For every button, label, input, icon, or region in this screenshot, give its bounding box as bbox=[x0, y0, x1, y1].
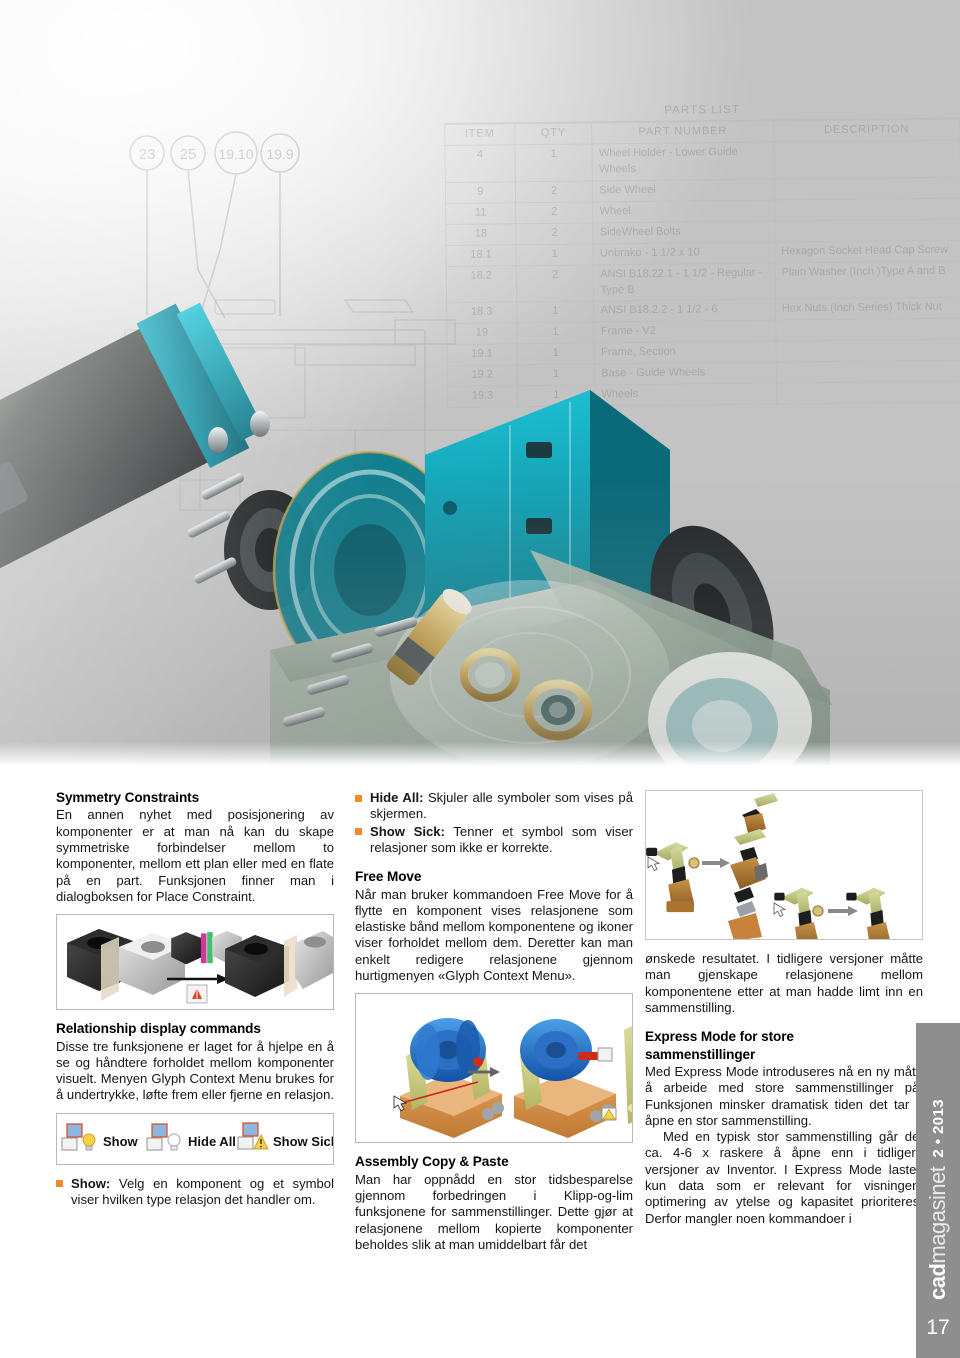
paragraph-free-move: Når man bruker kommandoen Free Move for … bbox=[355, 886, 633, 984]
bullet-list-column-1: Show: Velg en komponent og et symbol vis… bbox=[56, 1176, 334, 1209]
parts-list-cell: 4 bbox=[444, 144, 516, 183]
hero-fade bbox=[0, 742, 960, 768]
paragraph-onskede-resultatet: ønskede resultatet. I tidligere versjone… bbox=[645, 951, 923, 1015]
balloon-label: 23 bbox=[139, 146, 156, 163]
parts-list-cell: Side Wheel bbox=[592, 178, 775, 202]
parts-list-cell: Wheel bbox=[592, 199, 775, 223]
parts-list-cell: 18 bbox=[445, 223, 516, 246]
parts-list-cell: 2 bbox=[515, 201, 594, 224]
parts-list-cell bbox=[774, 197, 960, 221]
list-item: Show Sick: Tenner et symbol som viser re… bbox=[355, 824, 633, 857]
column-1: Symmetry Constraints En annen nyhet med … bbox=[56, 790, 334, 1209]
brand-cad: cad bbox=[925, 1263, 950, 1300]
heading-assembly-copy-paste: Assembly Copy & Paste bbox=[355, 1154, 509, 1170]
parts-list-cell: 9 bbox=[445, 181, 516, 204]
col-header-description: DESCRIPTION bbox=[773, 119, 960, 142]
orange-square-icon bbox=[355, 794, 362, 802]
orange-square-icon bbox=[56, 1180, 63, 1188]
magazine-side-tab: cadmagasinet 2 • 2013 17 bbox=[916, 1023, 960, 1358]
parts-list-cell: Wheel Holder - Lower Guide Wheels bbox=[592, 141, 774, 181]
balloon-label: 19.9 bbox=[266, 146, 293, 162]
heading-express-mode-line2: sammenstillinger bbox=[645, 1046, 756, 1062]
list-item: Hide All: Skjuler alle symboler som vise… bbox=[355, 790, 633, 823]
paragraph-assembly-copy-paste: Man har oppnådd en stor tidsbesparelse g… bbox=[355, 1171, 633, 1252]
heading-free-move: Free Move bbox=[355, 869, 422, 885]
paragraph-express-mode-2: Med en typisk stor sammenstilling går de… bbox=[645, 1129, 923, 1226]
bullet-lead: Show: bbox=[71, 1175, 111, 1191]
parts-list-cell: 1 bbox=[514, 143, 593, 182]
brand-magasinet: magasinet bbox=[925, 1166, 950, 1264]
robot-assembly-figure bbox=[645, 790, 923, 940]
balloon-label: 19.10 bbox=[218, 146, 253, 162]
heading-express-mode-line1: Express Mode for store bbox=[645, 1029, 794, 1045]
parts-list-cell bbox=[773, 140, 960, 179]
hero-image: 23 25 19.10 19.9 PARTS LIST ITEM QTY PAR… bbox=[0, 0, 960, 768]
machine-render bbox=[0, 250, 850, 768]
balloon-label: 25 bbox=[180, 146, 197, 163]
paragraph-relationship: Disse tre funksjonene er laget for å hje… bbox=[56, 1038, 334, 1103]
parts-list-cell: 2 bbox=[515, 180, 593, 203]
toolbar-label-hide-all: Hide All bbox=[188, 1134, 236, 1149]
col-header-qty: QTY bbox=[514, 122, 593, 145]
parts-list-cell bbox=[774, 218, 960, 242]
parts-list-cell: 11 bbox=[445, 202, 516, 225]
toolbar-label-show-sick: Show Sick bbox=[273, 1134, 333, 1149]
parts-list-cell: 2 bbox=[515, 222, 594, 245]
parts-list-row: 4 1 Wheel Holder - Lower Guide Wheels bbox=[444, 140, 960, 183]
paragraph-express-mode: Med Express Mode introduseres nå en ny m… bbox=[645, 1064, 923, 1128]
toolbar-label-show: Show bbox=[103, 1134, 139, 1149]
bullet-lead: Hide All: bbox=[370, 790, 424, 805]
heading-symmetry-constraints: Symmetry Constraints bbox=[56, 790, 200, 805]
col-header-part-number: PART NUMBER bbox=[592, 121, 774, 144]
paragraph-symmetry: En annen nyhet med posisjonering av komp… bbox=[56, 807, 334, 904]
free-move-figure bbox=[355, 993, 633, 1144]
brand-name: cadmagasinet bbox=[925, 1167, 951, 1300]
page-number: 17 bbox=[926, 1316, 950, 1339]
symmetry-constraint-figure bbox=[56, 914, 334, 1011]
list-item: Show: Velg en komponent og et symbol vis… bbox=[56, 1176, 334, 1209]
parts-list-cell bbox=[773, 176, 960, 200]
parts-list-cell: SideWheel Bolts bbox=[593, 220, 775, 244]
magazine-brand-vertical: cadmagasinet 2 • 2013 bbox=[916, 1023, 960, 1358]
bullet-lead: Show Sick: bbox=[370, 823, 445, 839]
relationship-toolbar-figure: Show Hide All Show Sick bbox=[56, 1112, 334, 1165]
issue-number: 2 • 2013 bbox=[929, 1099, 947, 1158]
article-body: Symmetry Constraints En annen nyhet med … bbox=[0, 768, 960, 1358]
orange-square-icon bbox=[355, 828, 362, 836]
bullet-text: Velg en komponent og et symbol viser hvi… bbox=[71, 1175, 334, 1208]
column-3: ønskede resultatet. I tidligere versjone… bbox=[645, 790, 923, 1227]
bullet-list-column-2: Hide All: Skjuler alle symboler som vise… bbox=[355, 790, 633, 856]
heading-relationship-display-commands: Relationship display commands bbox=[56, 1021, 261, 1037]
column-2: Hide All: Skjuler alle symboler som vise… bbox=[355, 790, 633, 1253]
col-header-item: ITEM bbox=[444, 123, 515, 146]
